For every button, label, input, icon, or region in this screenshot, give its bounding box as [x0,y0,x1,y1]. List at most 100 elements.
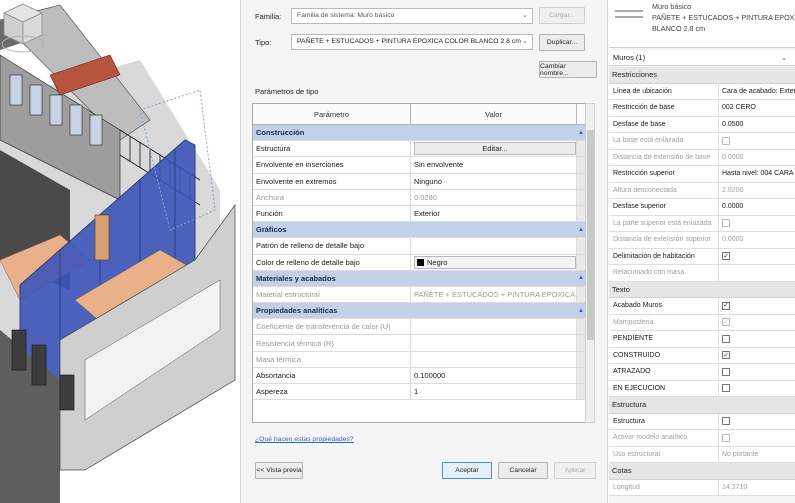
param-row[interactable]: Masa térmica [253,351,585,368]
property-row[interactable]: EN EJECUCION [609,380,795,397]
property-value-cell[interactable]: 0.0500 [719,117,795,133]
property-value-cell[interactable] [719,364,795,380]
cancel-button[interactable]: Cancelar [498,462,548,479]
instance-filter[interactable]: Muros (1) ⌄ [609,50,795,66]
property-row[interactable]: Delimitación de habitación ✓ [609,248,795,265]
property-section-header[interactable]: Cotas [609,463,795,480]
collapse-icon[interactable]: ▲ [577,271,585,286]
view-cube-icon[interactable] [0,0,46,56]
param-row[interactable]: Material estructural PAÑETE + ESTUCADOS +… [253,286,585,304]
param-value-cell[interactable]: 1 [411,384,577,400]
param-value-cell[interactable] [411,351,577,367]
property-value-cell[interactable]: ✓ [719,348,795,364]
load-button[interactable]: Cargar... [539,7,585,24]
property-row[interactable]: Desfase de base 0.0500 [609,116,795,133]
property-row[interactable]: Estructura [609,413,795,430]
param-row[interactable]: Función Exterior [253,205,585,223]
property-row[interactable]: Relacionado con masa [609,265,795,282]
param-value-cell[interactable]: Sin envolvente [411,157,577,173]
collapse-icon[interactable]: ▲ [577,125,585,140]
apply-button[interactable]: Aplicar [554,462,596,479]
property-section-header[interactable]: Restricciones [609,67,795,84]
checkbox[interactable] [722,384,730,393]
property-value-cell[interactable] [719,381,795,397]
param-value-cell[interactable]: Editar... [411,141,577,157]
property-row[interactable]: Restricción de base 002 CERO [609,100,795,117]
duplicate-button[interactable]: Duplicar... [539,34,585,51]
param-row[interactable]: Absortancia 0.100000 [253,367,585,384]
param-row[interactable]: Coeficiente de transferencia de calor (U… [253,319,585,336]
scrollbar-thumb[interactable] [587,130,594,340]
property-value-cell[interactable]: 0.0000 [719,199,795,215]
property-section-header[interactable]: Texto [609,281,795,298]
property-row[interactable]: Línea de ubicaciónCara de acabado: Exter… [609,83,795,100]
help-link[interactable]: ¿Qué hacen estas propiedades? [255,436,354,443]
property-row[interactable]: Distancia de extensión de base 0.0000 [609,149,795,166]
property-row[interactable]: La parte superior está enlazada [609,215,795,232]
family-select[interactable]: Familia de sistema: Muro básico ⌄ [291,8,533,24]
checkbox[interactable] [722,367,730,376]
param-value-cell[interactable]: PAÑETE + ESTUCADOS + PINTURA EPOXICA COL [411,286,577,303]
property-value-cell[interactable] [719,414,795,430]
property-row[interactable]: Altura desconectada 2.9200 [609,182,795,199]
param-group-header[interactable]: Gráficos ▲ [253,222,585,239]
property-value-cell[interactable]: 002 CERO [719,100,795,116]
property-value-cell[interactable]: ✓ [719,298,795,314]
accept-button[interactable]: Aceptar [442,462,492,479]
property-row[interactable]: Activar modelo analítico [609,430,795,447]
property-row[interactable]: Longitud 14.2710 [609,479,795,496]
property-value: 002 CERO [722,104,756,112]
property-row[interactable]: La base está enlazada [609,133,795,150]
param-value-cell[interactable]: 0.100000 [411,367,577,383]
param-value-cell[interactable]: Negro [411,254,577,270]
column-header-value[interactable]: Valor [411,104,577,124]
checkbox[interactable] [722,334,730,343]
property-row[interactable]: Mamposteria ✓ [609,314,795,331]
checkbox[interactable]: ✓ [722,351,730,360]
param-group-header[interactable]: Propiedades analíticas ▲ [253,303,585,320]
param-value-cell[interactable] [411,238,577,254]
color-picker[interactable]: Negro [414,255,576,269]
param-value-cell[interactable]: 0.0280 [411,189,577,205]
property-row[interactable]: Restricción superior Hasta nivel: 004 CAR… [609,166,795,183]
column-header-parameter[interactable]: Parámetro [253,104,411,124]
grid-scrollbar[interactable] [585,103,595,423]
param-row[interactable]: Anchura 0.0280 [253,189,585,206]
property-row[interactable]: Uso estructural No portante [609,446,795,463]
property-value-cell[interactable]: Cara de acabado: Exterior [719,84,795,100]
checkbox[interactable] [722,417,730,426]
param-value-cell[interactable]: Ninguno [411,173,577,189]
property-row[interactable]: Acabado Muros ✓ [609,298,795,315]
checkbox[interactable]: ✓ [722,301,730,310]
param-row[interactable]: Resistencia térmica (R) [253,335,585,352]
param-row[interactable]: Envolvente en extremos Ninguno [253,173,585,190]
property-row[interactable]: PENDIENTE [609,331,795,348]
param-row[interactable]: Patrón de relleno de detalle bajo [253,238,585,255]
param-row[interactable]: Color de relleno de detalle bajo Negro [253,254,585,271]
param-row[interactable]: Estructura Editar... [253,141,585,158]
collapse-icon[interactable]: ▲ [577,303,585,318]
param-row[interactable]: Envolvente en inserciones Sin envolvente [253,157,585,174]
collapse-icon[interactable]: ▲ [577,222,585,237]
param-row[interactable]: Aspereza 1 [253,384,585,401]
property-value-cell[interactable] [719,331,795,347]
preview-button[interactable]: << Vista previa [255,462,303,479]
property-section-header[interactable]: Estructura [609,397,795,414]
3d-viewport[interactable] [0,0,240,503]
property-row[interactable]: Desfase superior 0.0000 [609,199,795,216]
property-row[interactable]: Distancia de extensión superior 0.0000 [609,232,795,249]
param-group-header[interactable]: Construcción ▲ [253,125,585,142]
rename-button[interactable]: Cambiar nombre... [539,61,597,78]
param-value-cell[interactable] [411,335,577,351]
param-value-cell[interactable] [411,319,577,335]
property-value-cell[interactable]: ✓ [719,249,795,265]
type-selector[interactable]: Muro básico PAÑETE + ESTUCADOS + PINTURA… [609,0,795,48]
property-row[interactable]: CONSTRUIDO ✓ [609,347,795,364]
type-select[interactable]: PAÑETE + ESTUCADOS + PINTURA EPOXICA COL… [291,34,533,50]
property-value-cell[interactable]: Hasta nivel: 004 CARA INF [719,166,795,182]
param-group-header[interactable]: Materiales y acabados ▲ [253,270,585,287]
param-value-cell[interactable]: Exterior [411,205,577,222]
checkbox[interactable]: ✓ [722,252,730,261]
edit-structure-button[interactable]: Editar... [414,142,576,156]
property-row[interactable]: ATRAZADO [609,364,795,381]
